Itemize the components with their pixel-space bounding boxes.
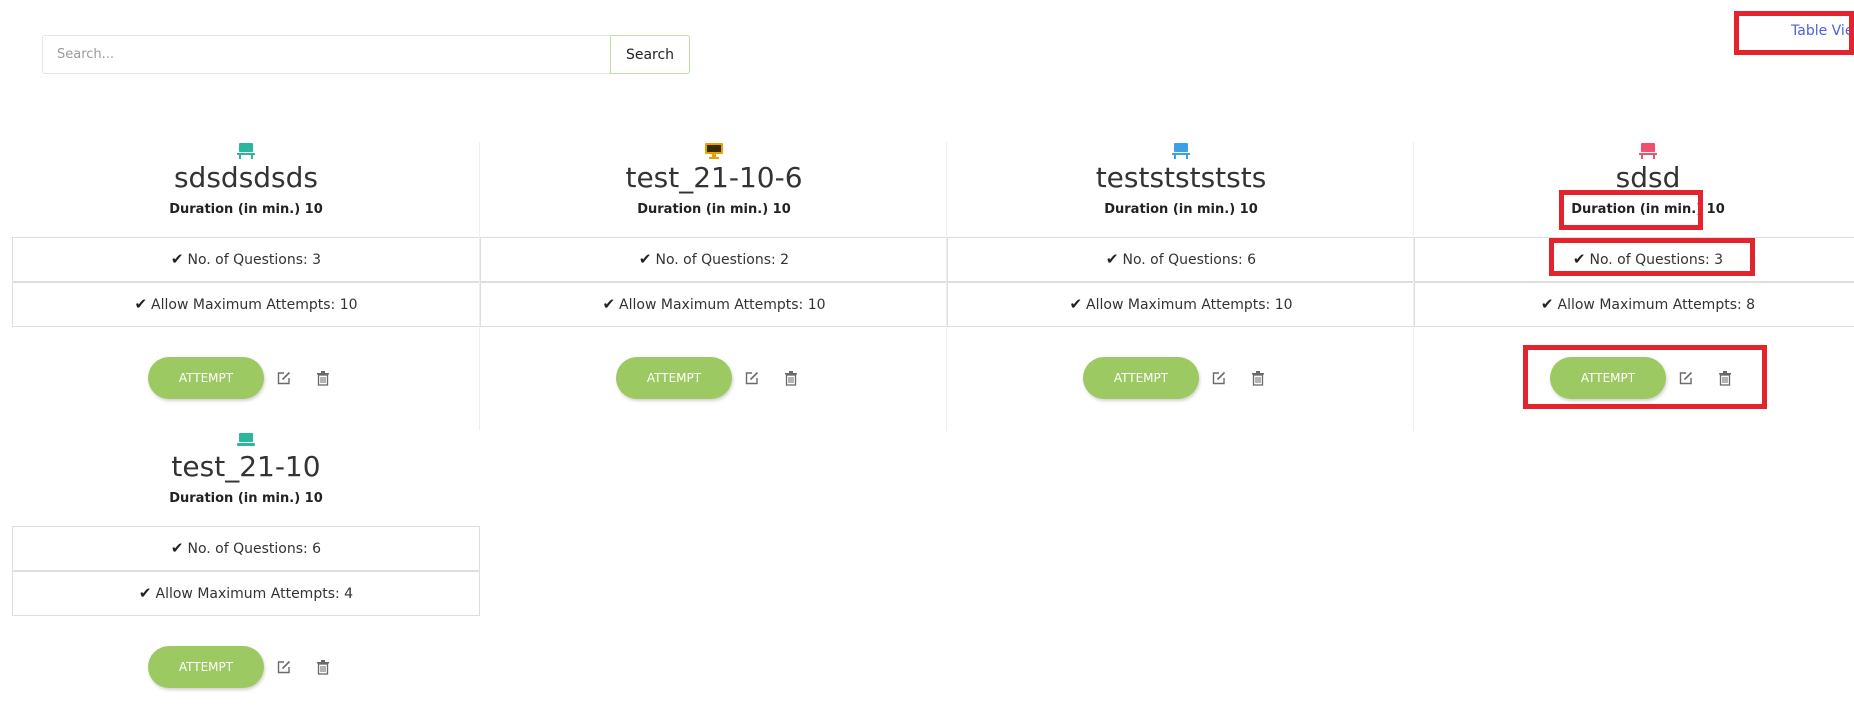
questions-row: ✔ No. of Questions: 3 (1414, 237, 1854, 282)
search-input[interactable] (42, 35, 610, 74)
check-icon: ✔ (638, 250, 652, 268)
desk-icon (237, 143, 255, 159)
search-button[interactable]: Search (610, 35, 690, 74)
test-duration: Duration (in min.) 10 (637, 202, 791, 217)
edit-icon[interactable] (276, 370, 292, 386)
attempt-button[interactable]: ATTEMPT (148, 646, 264, 688)
attempt-button[interactable]: ATTEMPT (1083, 357, 1199, 399)
attempts-label: Allow Maximum Attempts: 10 (151, 297, 358, 313)
check-icon: ✔ (1572, 250, 1586, 268)
check-icon: ✔ (1540, 295, 1554, 313)
check-icon: ✔ (1105, 250, 1119, 268)
questions-row: ✔ No. of Questions: 6 (12, 526, 480, 571)
questions-row: ✔ No. of Questions: 6 (947, 237, 1415, 282)
questions-label: No. of Questions: 6 (187, 541, 322, 557)
trash-icon[interactable] (315, 659, 331, 675)
check-icon: ✔ (138, 584, 152, 602)
test-title: testststststs (1095, 161, 1267, 194)
test-title: test_21-10-6 (625, 161, 803, 194)
test-card: testststststs Duration (in min.) 10 ✔ No.… (946, 142, 1415, 430)
attempts-row: ✔ Allow Maximum Attempts: 10 (947, 282, 1415, 327)
edit-icon[interactable] (1678, 370, 1694, 386)
table-view-link[interactable]: Table View (1791, 23, 1854, 39)
attempts-label: Allow Maximum Attempts: 8 (1557, 297, 1756, 313)
test-title: sdsd (1615, 161, 1681, 194)
attempts-row: ✔ Allow Maximum Attempts: 10 (12, 282, 480, 327)
trash-icon[interactable] (1717, 370, 1733, 386)
edit-icon[interactable] (276, 659, 292, 675)
test-duration: Duration (in min.) 10 (1104, 202, 1258, 217)
test-duration: Duration (in min.) 10 (169, 202, 323, 217)
test-card: sdsd Duration (in min.) 10 ✔ No. of Quest… (1413, 142, 1854, 430)
trash-icon[interactable] (783, 370, 799, 386)
attempts-label: Allow Maximum Attempts: 10 (1086, 297, 1293, 313)
trash-icon[interactable] (315, 370, 331, 386)
questions-label: No. of Questions: 6 (1122, 252, 1257, 268)
check-icon: ✔ (170, 250, 184, 268)
test-duration: Duration (in min.) 10 (169, 491, 323, 506)
check-icon: ✔ (1069, 295, 1083, 313)
desk-icon (1639, 143, 1657, 159)
edit-icon[interactable] (1211, 370, 1227, 386)
check-icon: ✔ (170, 539, 184, 557)
test-title: sdsdsdsds (173, 161, 319, 194)
laptop-icon (237, 433, 255, 446)
attempt-button[interactable]: ATTEMPT (616, 357, 732, 399)
desk-icon (1172, 143, 1190, 159)
test-card: sdsdsdsds Duration (in min.) 10 ✔ No. of … (12, 142, 480, 430)
attempts-label: Allow Maximum Attempts: 4 (155, 586, 354, 602)
attempt-button[interactable]: ATTEMPT (1550, 357, 1666, 399)
edit-icon[interactable] (744, 370, 760, 386)
trash-icon[interactable] (1250, 370, 1266, 386)
check-icon: ✔ (134, 295, 148, 313)
attempts-label: Allow Maximum Attempts: 10 (619, 297, 826, 313)
questions-label: No. of Questions: 2 (655, 252, 790, 268)
test-card: test_21-10-6 Duration (in min.) 10 ✔ No. … (479, 142, 948, 430)
test-duration: Duration (in min.) 10 (1571, 202, 1725, 217)
attempts-row: ✔ Allow Maximum Attempts: 10 (480, 282, 948, 327)
attempts-row: ✔ Allow Maximum Attempts: 4 (12, 571, 480, 616)
test-title: test_21-10 (171, 450, 321, 483)
test-card: test_21-10 Duration (in min.) 10 ✔ No. of… (12, 431, 480, 719)
attempt-button[interactable]: ATTEMPT (148, 357, 264, 399)
questions-row: ✔ No. of Questions: 2 (480, 237, 948, 282)
monitor-icon (705, 143, 723, 159)
questions-row: ✔ No. of Questions: 3 (12, 237, 480, 282)
attempts-row: ✔ Allow Maximum Attempts: 8 (1414, 282, 1854, 327)
questions-label: No. of Questions: 3 (1589, 252, 1724, 268)
check-icon: ✔ (602, 295, 616, 313)
questions-label: No. of Questions: 3 (187, 252, 322, 268)
